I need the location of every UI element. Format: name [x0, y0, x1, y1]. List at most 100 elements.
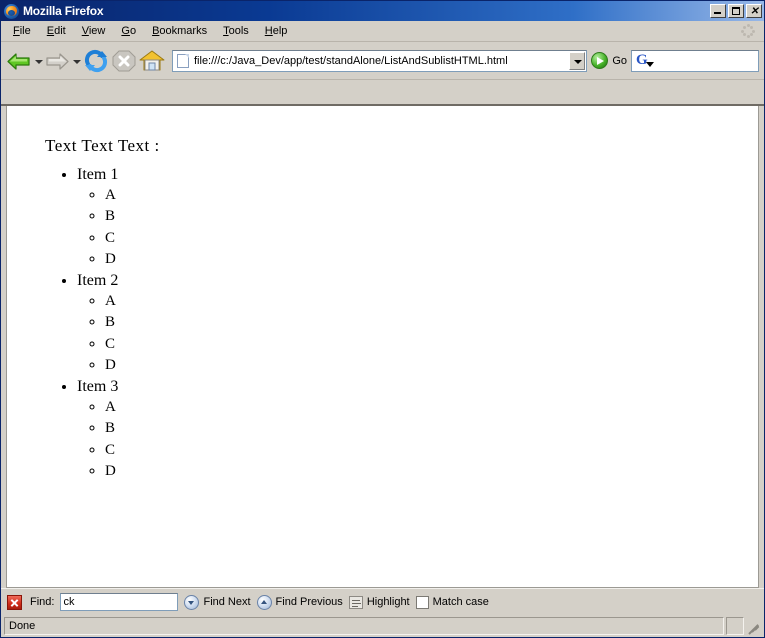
page-document-icon — [177, 53, 189, 68]
page-heading: Text Text Text : — [45, 136, 160, 155]
content-area-wrapper: Text Text Text : Item 1 A B C D Item 2 A — [1, 106, 764, 588]
find-bar: Find: Find Next Find Previous Highlight … — [1, 588, 764, 615]
find-next-button[interactable]: Find Next — [184, 594, 251, 610]
sub-list-item: D — [105, 249, 748, 270]
home-button[interactable] — [138, 48, 166, 74]
menu-edit-rest: dit — [54, 25, 66, 37]
url-dropdown-button[interactable] — [569, 51, 586, 70]
match-case-checkbox[interactable]: Match case — [415, 595, 489, 609]
close-button[interactable]: ✕ — [746, 4, 762, 18]
menu-item-go[interactable]: Go — [113, 23, 144, 39]
menu-item-help[interactable]: Help — [257, 23, 296, 39]
sub-list-item: B — [105, 206, 748, 227]
find-previous-button[interactable]: Find Previous — [256, 594, 343, 610]
sub-list-item: D — [105, 461, 748, 482]
chevron-down-icon — [184, 594, 200, 610]
find-label: Find: — [30, 596, 55, 608]
menu-item-tools[interactable]: Tools — [215, 23, 257, 39]
list-item: Item 2 A B C D — [77, 270, 748, 376]
title-bar: Mozilla Firefox ✕ — [1, 1, 764, 21]
sub-list-item: B — [105, 312, 748, 333]
bookmarks-toolbar[interactable] — [1, 80, 764, 106]
chevron-up-icon — [256, 594, 272, 610]
window-title: Mozilla Firefox — [23, 4, 104, 18]
throbber-icon — [740, 23, 756, 39]
sub-list-item: C — [105, 334, 748, 355]
throbber-dot — [750, 25, 754, 29]
status-text-panel: Done — [4, 617, 724, 635]
throbber-dot — [741, 29, 744, 33]
list-item-label: Item 2 — [77, 272, 119, 290]
search-engine-letter: G — [636, 51, 648, 68]
throbber-dot — [742, 33, 746, 37]
list-item-label: Item 1 — [77, 166, 119, 183]
close-findbar-icon[interactable] — [7, 594, 22, 610]
minimize-button[interactable] — [710, 4, 726, 18]
browser-window: Mozilla Firefox ✕ File Edit View Go Book… — [0, 0, 765, 638]
throbber-dot — [746, 24, 750, 27]
sub-list: A B C D — [77, 185, 748, 270]
menu-item-view[interactable]: View — [74, 23, 114, 39]
find-next-label: Find Next — [203, 596, 251, 608]
throbber-dot — [752, 29, 755, 33]
throbber-dot — [746, 35, 750, 38]
main-list: Item 1 A B C D Item 2 A B C D — [17, 164, 748, 482]
resize-grip-icon[interactable] — [746, 617, 762, 635]
back-arrow-icon — [7, 52, 30, 70]
menu-item-bookmarks[interactable]: Bookmarks — [144, 23, 215, 39]
menu-bookmarks-rest: ookmarks — [159, 25, 208, 37]
highlight-icon — [348, 595, 363, 609]
search-input[interactable]: G — [631, 49, 759, 72]
menu-help-rest: elp — [272, 25, 288, 37]
throbber-dot — [742, 25, 746, 29]
checkbox-icon[interactable] — [415, 595, 429, 609]
sub-list: A B C D — [77, 397, 748, 482]
stop-button[interactable] — [110, 48, 138, 74]
sub-list-item: A — [105, 397, 748, 418]
firefox-logo-icon — [4, 3, 19, 19]
sub-list-item: C — [105, 228, 748, 249]
url-text[interactable]: file:///c:/Java_Dev/app/test/standAlone/… — [194, 55, 569, 67]
stop-icon — [112, 50, 136, 71]
match-case-label: Match case — [432, 596, 489, 608]
find-input[interactable] — [60, 593, 179, 611]
sub-list-item: D — [105, 355, 748, 376]
reload-icon — [84, 49, 108, 72]
sub-list-item: B — [105, 418, 748, 439]
go-button[interactable]: Go — [591, 52, 627, 69]
home-icon — [139, 50, 165, 70]
menu-file-rest: ile — [19, 25, 31, 37]
back-button[interactable] — [6, 49, 32, 73]
status-secondary-panel — [726, 617, 744, 635]
status-text: Done — [9, 620, 36, 632]
forward-button[interactable] — [44, 49, 70, 73]
sub-list-item: A — [105, 291, 748, 312]
sub-list: A B C D — [77, 291, 748, 376]
list-item: Item 3 A B C D — [77, 376, 748, 482]
status-bar: Done — [1, 615, 764, 637]
highlight-label: Highlight — [366, 596, 410, 608]
forward-arrow-icon — [46, 52, 69, 70]
reload-button[interactable] — [82, 48, 110, 74]
forward-history-dropdown[interactable] — [70, 49, 82, 73]
go-arrow-icon — [591, 52, 609, 69]
menu-go-rest: o — [129, 25, 137, 37]
menu-bar: File Edit View Go Bookmarks Tools Help — [1, 21, 764, 42]
page-content: Text Text Text : Item 1 A B C D Item 2 A — [6, 106, 759, 588]
find-previous-label: Find Previous — [275, 596, 343, 608]
list-item: Item 1 A B C D — [77, 164, 748, 270]
navigation-toolbar: file:///c:/Java_Dev/app/test/standAlone/… — [1, 42, 764, 80]
google-search-icon[interactable]: G — [636, 51, 656, 69]
location-bar[interactable]: file:///c:/Java_Dev/app/test/standAlone/… — [172, 49, 588, 72]
back-history-dropdown[interactable] — [32, 49, 44, 73]
menu-item-file[interactable]: File — [5, 23, 39, 39]
go-label: Go — [612, 54, 627, 67]
maximize-button[interactable] — [728, 4, 744, 18]
close-icon: ✕ — [750, 6, 759, 17]
throbber-dot — [750, 33, 754, 37]
sub-list-item: A — [105, 185, 748, 206]
highlight-button[interactable]: Highlight — [348, 595, 410, 609]
sub-list-item: C — [105, 440, 748, 461]
menu-item-edit[interactable]: Edit — [39, 23, 74, 39]
menu-tools-rest: ools — [228, 25, 249, 37]
